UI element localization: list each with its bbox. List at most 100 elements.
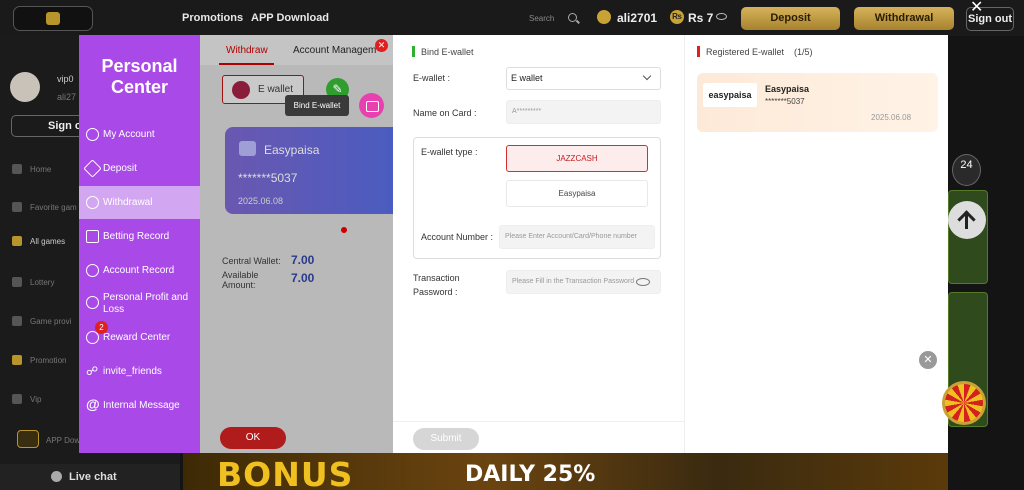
menu-profit-loss[interactable]: Personal Profit and Loss — [79, 290, 200, 318]
sidebar-item-vip[interactable]: Vip — [30, 395, 41, 404]
withdrawal-icon — [86, 196, 99, 209]
menu-my-account[interactable]: My Account — [79, 124, 200, 146]
name-on-card-field[interactable]: A********* — [506, 100, 661, 124]
promotion-icon — [12, 355, 22, 365]
eye-icon[interactable] — [636, 278, 650, 286]
live-chat-label[interactable]: Live chat — [69, 471, 117, 483]
menu-betting-record[interactable]: Betting Record — [79, 226, 200, 248]
available-amount-label: Available Amount: — [222, 270, 259, 290]
invite-icon: ☍ — [86, 364, 99, 378]
tab-account-management[interactable]: Account Managem — [293, 45, 376, 56]
registered-name: Easypaisa — [765, 84, 810, 94]
bonus-banner-text: BONUS — [217, 455, 354, 490]
nav-app-download[interactable]: APP Download — [251, 12, 329, 24]
menu-account-record[interactable]: Account Record — [79, 260, 200, 282]
arrow-up-icon[interactable] — [948, 201, 986, 239]
withdrawal-button[interactable]: Withdrawal — [854, 7, 954, 30]
card-date: 2025.06.08 — [238, 196, 284, 206]
bind-ewallet-button[interactable] — [359, 93, 384, 118]
rupee-coin-icon: ₨ — [670, 10, 684, 24]
easypaisa-logo: easypaisa — [703, 83, 757, 107]
lottery-icon — [12, 277, 22, 287]
account-number-label: Account Number : — [421, 232, 494, 242]
support-24-icon[interactable]: 24 — [952, 154, 981, 186]
name-on-card-label: Name on Card : — [413, 108, 477, 118]
sidebar-item-favorite[interactable]: Favorite gam — [30, 203, 77, 212]
lucky-wheel-icon[interactable] — [942, 381, 986, 425]
deposit-icon — [83, 159, 102, 178]
app-download-label[interactable]: APP Dow — [46, 436, 80, 445]
ewallet-type-label: E-wallet type : — [421, 147, 478, 157]
personal-center-title: Personal Center — [101, 56, 178, 97]
central-wallet-value: 7.00 — [291, 253, 315, 267]
registered-date: 2025.06.08 — [871, 113, 912, 122]
sidebar-item-promotion[interactable]: Promotion — [30, 356, 66, 365]
logo-icon — [46, 12, 60, 25]
tab-withdraw[interactable]: Withdraw — [226, 45, 268, 56]
section-marker — [697, 46, 700, 57]
balance: Rs 7 — [688, 11, 714, 25]
menu-withdrawal[interactable]: Withdrawal — [79, 186, 200, 219]
bind-ewallet-tooltip: Bind E-wallet — [285, 95, 349, 116]
tab-indicator — [219, 63, 274, 65]
ewallet-label: E wallet — [258, 84, 294, 95]
submit-button[interactable]: Submit — [413, 428, 479, 450]
eye-icon[interactable] — [716, 13, 727, 20]
account-icon — [86, 128, 99, 141]
search-icon[interactable] — [568, 13, 577, 22]
deposit-button[interactable]: Deposit — [741, 7, 840, 30]
registered-number: *******5037 — [765, 97, 805, 106]
daily-banner-text: DAILY 25% — [465, 462, 596, 487]
registered-count: (1/5) — [794, 47, 813, 57]
menu-deposit[interactable]: Deposit — [79, 158, 200, 180]
reward-badge: 2 — [95, 321, 108, 334]
card-name: Easypaisa — [264, 143, 320, 157]
betting-record-icon — [86, 230, 99, 243]
menu-internal-message[interactable]: @ Internal Message — [79, 395, 200, 417]
vip-icon — [12, 394, 22, 404]
search-input[interactable]: Search — [529, 14, 554, 23]
card-logo-icon — [239, 141, 256, 156]
sidebar-item-lottery[interactable]: Lottery — [30, 278, 54, 287]
type-option-jazzcash[interactable]: JAZZCASH — [506, 145, 648, 172]
close-icon[interactable]: ✕ — [970, 0, 983, 17]
sidebar-item-home[interactable]: Home — [30, 165, 51, 174]
chat-icon — [51, 471, 62, 482]
type-option-easypaisa[interactable]: Easypaisa — [506, 180, 648, 207]
available-amount-value: 7.00 — [291, 271, 315, 285]
provider-icon — [12, 316, 22, 326]
vip-sub: ali27 — [57, 92, 77, 102]
section-marker — [412, 46, 415, 57]
account-number-field[interactable]: Please Enter Account/Card/Phone number — [499, 225, 655, 249]
wallet-icon — [232, 81, 250, 99]
menu-invite-friends[interactable]: ☍ invite_friends — [79, 361, 200, 383]
close-icon[interactable]: ✕ — [919, 351, 937, 369]
home-icon — [12, 164, 22, 174]
card-number: *******5037 — [238, 171, 298, 185]
bind-ewallet-title: Bind E-wallet — [421, 47, 474, 57]
ok-button[interactable]: OK — [220, 427, 286, 449]
central-wallet-label: Central Wallet: — [222, 256, 281, 266]
username: ali2701 — [617, 11, 658, 25]
site-logo[interactable] — [13, 6, 93, 31]
favorite-icon — [12, 202, 22, 212]
profit-loss-icon — [86, 296, 99, 309]
divider — [393, 421, 685, 422]
close-icon[interactable]: ✕ — [375, 39, 388, 52]
user-icon — [597, 10, 611, 24]
transaction-password-label: Transaction Password : — [413, 273, 460, 297]
sidebar-item-provider[interactable]: Game provi — [30, 317, 71, 326]
vip-level: vip0 — [57, 74, 74, 84]
avatar — [10, 72, 40, 102]
carousel-dot[interactable] — [341, 227, 347, 233]
ewallet-field-label: E-wallet : — [413, 73, 451, 83]
ewallet-select-value: E wallet — [511, 73, 543, 83]
all-games-icon — [12, 236, 22, 246]
account-record-icon — [86, 264, 99, 277]
app-download-icon — [17, 430, 39, 448]
nav-promotions[interactable]: Promotions — [182, 12, 243, 24]
sidebar-item-all-games[interactable]: All games — [30, 237, 65, 246]
registered-title: Registered E-wallet — [706, 47, 785, 57]
divider — [684, 35, 685, 453]
message-icon: @ — [86, 396, 100, 412]
